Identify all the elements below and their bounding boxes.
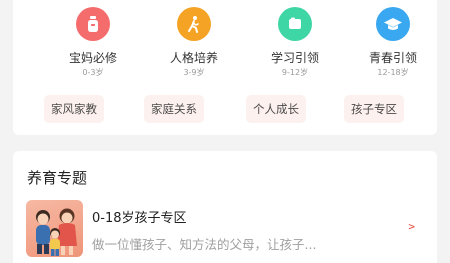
category-item-baby[interactable]: 宝妈必修 0-3岁 [58, 7, 128, 78]
category-name: 宝妈必修 [68, 51, 117, 65]
family-illustration-icon [26, 200, 83, 257]
category-item-study[interactable]: 学习引领 9-12岁 [260, 7, 330, 78]
chevron-right-icon[interactable]: > [408, 221, 415, 233]
parenting-topics-card: 养育专题 0-18岁孩子专区 做一位懂孩子、知方法的父母，让孩子... > [13, 151, 437, 263]
category-age: 3-9岁 [183, 68, 205, 77]
section-title: 养育专题 [27, 169, 88, 187]
bottle-icon [76, 7, 110, 41]
tag-kids-zone[interactable]: 孩子专区 [344, 95, 404, 123]
tag-personal-growth[interactable]: 个人成长 [246, 95, 306, 123]
category-age: 0-3岁 [82, 68, 104, 77]
category-name: 人格培养 [169, 51, 218, 65]
category-item-youth[interactable]: 青春引领 12-18岁 [358, 7, 428, 78]
category-name: 青春引领 [368, 51, 417, 65]
category-card: 宝妈必修 0-3岁 人格培养 3-9岁 学习引领 9-12岁 青春引领 12-1… [13, 0, 437, 135]
topic-title: 0-18岁孩子专区 [92, 211, 187, 226]
graduation-cap-icon [376, 7, 410, 41]
category-name: 学习引领 [270, 51, 319, 65]
card-icon [278, 7, 312, 41]
category-item-personality[interactable]: 人格培养 3-9岁 [159, 7, 229, 78]
tag-family-tradition[interactable]: 家风家教 [44, 95, 104, 123]
person-walking-icon [177, 7, 211, 41]
topic-description: 做一位懂孩子、知方法的父母，让孩子... [92, 237, 317, 252]
tag-family-relationship[interactable]: 家庭关系 [144, 95, 204, 123]
category-age: 9-12岁 [281, 68, 309, 77]
category-age: 12-18岁 [377, 68, 409, 77]
